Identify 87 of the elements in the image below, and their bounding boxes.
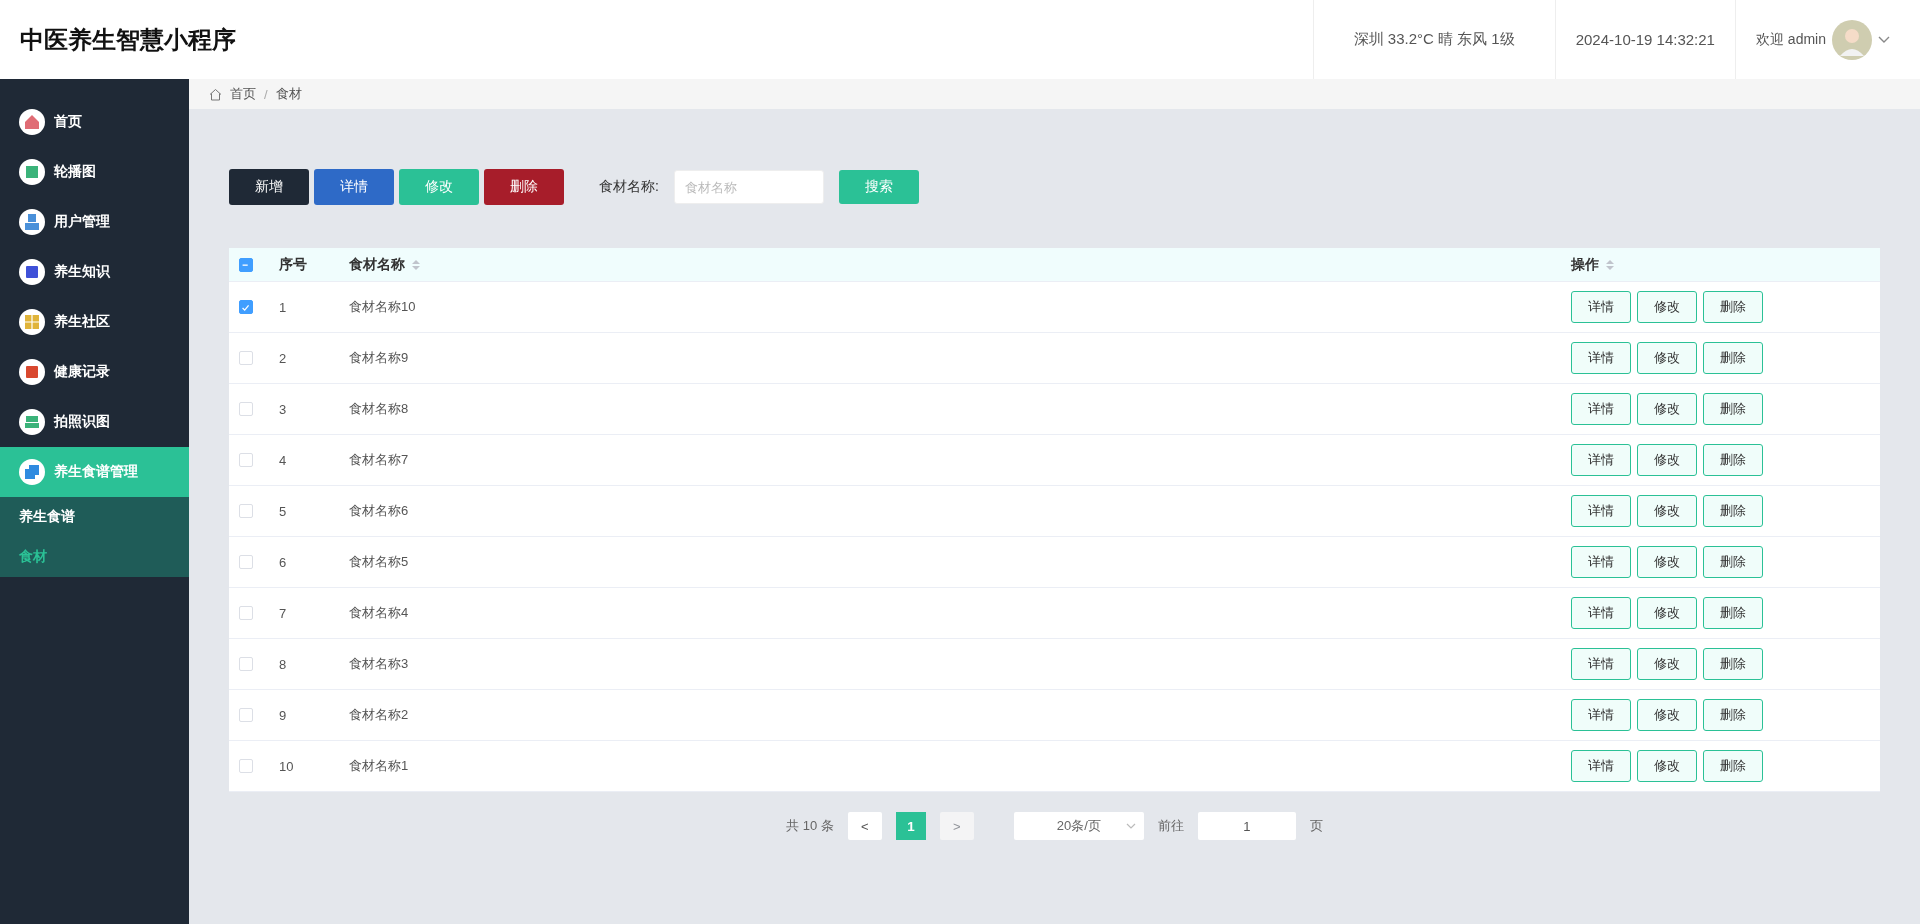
detail-button[interactable]: 详情 — [1571, 444, 1631, 476]
edit-button[interactable]: 修改 — [1637, 495, 1697, 527]
edit-button[interactable]: 修改 — [1637, 699, 1697, 731]
edit-button[interactable]: 修改 — [1637, 393, 1697, 425]
table-cell: 食材名称8 — [349, 401, 409, 416]
sidebar-item[interactable]: 轮播图 — [0, 147, 189, 197]
edit-button[interactable]: 修改 — [1637, 597, 1697, 629]
table-cell: 8 — [279, 656, 287, 672]
weather-text: 深圳 33.2°C 晴 东风 1级 — [1352, 30, 1516, 49]
breadcrumb-link[interactable]: 首页 — [230, 85, 256, 103]
page-size-select[interactable]: 20条/页 — [1013, 812, 1144, 840]
edit-button[interactable]: 修改 — [1637, 546, 1697, 578]
avatar-icon[interactable] — [1832, 19, 1872, 60]
delete-button[interactable]: 删除 — [1703, 291, 1763, 323]
app-title: 中医养生智慧小程序 — [19, 24, 237, 55]
delete-button[interactable]: 删除 — [1703, 648, 1763, 680]
table-cell: 4 — [279, 452, 287, 468]
table-cell: 10 — [279, 758, 294, 774]
delete-button[interactable]: 删除 — [1703, 546, 1763, 578]
detail-button[interactable]: 详情 — [1571, 648, 1631, 680]
welcome-text: 欢迎 admin — [1755, 30, 1826, 49]
goto-label: 前往 — [1157, 817, 1184, 835]
delete-button[interactable]: 删除 — [1703, 495, 1763, 527]
edit-button[interactable]: 修改 — [1637, 648, 1697, 680]
add-button[interactable]: 新增 — [229, 169, 309, 205]
submenu-item[interactable]: 养生食谱 — [0, 497, 189, 537]
table-cell: 食材名称2 — [349, 707, 409, 722]
table-cell: 食材名称10 — [349, 299, 416, 314]
column-header: 序号 — [279, 255, 307, 274]
column-header: 食材名称 — [349, 255, 405, 274]
breadcrumb-separator: / — [264, 86, 268, 102]
detail-button[interactable]: 详情 — [1571, 495, 1631, 527]
caret-icon — [1125, 823, 1136, 830]
table-cell: 9 — [279, 707, 287, 723]
check-icon — [240, 302, 252, 314]
edit-button[interactable]: 修改 — [1637, 342, 1697, 374]
table-cell: 食材名称1 — [349, 758, 409, 773]
home-icon — [209, 87, 222, 101]
table-cell: 食材名称3 — [349, 656, 409, 671]
sort-icon[interactable] — [411, 258, 421, 271]
detail-button[interactable]: 详情 — [1571, 291, 1631, 323]
sidebar-item[interactable]: 健康记录 — [0, 347, 189, 397]
table-cell: 食材名称4 — [349, 605, 409, 620]
sidebar-item[interactable]: 用户管理 — [0, 197, 189, 247]
detail-button[interactable]: 详情 — [1571, 342, 1631, 374]
sidebar-item[interactable]: 首页 — [0, 97, 189, 147]
detail-button[interactable]: 详情 — [314, 169, 394, 205]
delete-button[interactable]: 删除 — [1703, 597, 1763, 629]
column-header: 操作 — [1571, 255, 1599, 274]
delete-button[interactable]: 删除 — [1703, 444, 1763, 476]
total-count: 共 10 条 — [786, 817, 834, 835]
search-label: 食材名称: — [599, 178, 659, 196]
page-suffix: 页 — [1309, 817, 1323, 835]
detail-button[interactable]: 详情 — [1571, 393, 1631, 425]
table-cell: 食材名称6 — [349, 503, 409, 518]
prev-page-button[interactable]: < — [847, 812, 882, 840]
table-cell: 1 — [279, 299, 287, 315]
detail-button[interactable]: 详情 — [1571, 546, 1631, 578]
detail-button[interactable]: 详情 — [1571, 750, 1631, 782]
table-cell: 3 — [279, 401, 287, 417]
table-cell: 食材名称5 — [349, 554, 409, 569]
delete-button[interactable]: 删除 — [484, 169, 564, 205]
table-cell: 7 — [279, 605, 287, 621]
delete-button[interactable]: 删除 — [1703, 699, 1763, 731]
sort-icon[interactable] — [1605, 258, 1615, 271]
caret-icon[interactable] — [1878, 35, 1890, 44]
search-field[interactable]: 食材名称 — [673, 170, 824, 204]
detail-button[interactable]: 详情 — [1571, 699, 1631, 731]
table-cell: 食材名称7 — [349, 452, 409, 467]
table-cell: 食材名称9 — [349, 350, 409, 365]
table-cell: 5 — [279, 503, 287, 519]
row-checkbox[interactable] — [239, 300, 253, 314]
delete-button[interactable]: 删除 — [1703, 393, 1763, 425]
sidebar-item[interactable]: 养生知识 — [0, 247, 189, 297]
edit-button[interactable]: 修改 — [1637, 291, 1697, 323]
table-cell: 6 — [279, 554, 287, 570]
sidebar-item[interactable]: 拍照识图 — [0, 397, 189, 447]
edit-button[interactable]: 修改 — [1637, 444, 1697, 476]
delete-button[interactable]: 删除 — [1703, 750, 1763, 782]
sidebar-item[interactable]: 养生社区 — [0, 297, 189, 347]
delete-button[interactable]: 删除 — [1703, 342, 1763, 374]
select-all-checkbox[interactable] — [239, 257, 253, 272]
date-time: 2024-10-19 14:32:21 — [1575, 31, 1715, 48]
table-cell: 2 — [279, 350, 287, 366]
edit-button[interactable]: 修改 — [1637, 750, 1697, 782]
goto-page-field[interactable]: 1 — [1197, 812, 1296, 840]
detail-button[interactable]: 详情 — [1571, 597, 1631, 629]
